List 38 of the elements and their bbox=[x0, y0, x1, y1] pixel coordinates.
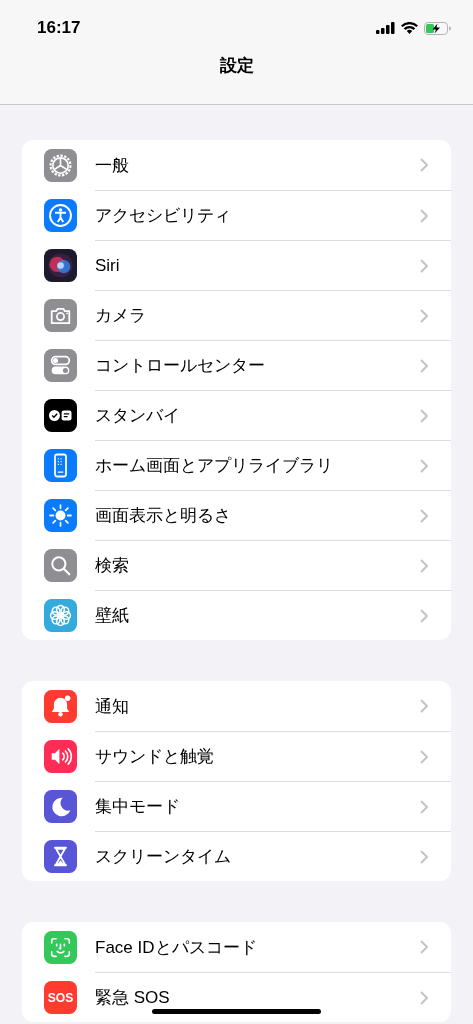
chevron-icon bbox=[420, 358, 429, 373]
signal-icon bbox=[376, 22, 395, 34]
settings-row[interactable]: サウンドと触覚 bbox=[22, 731, 451, 781]
sos-icon: SOS bbox=[44, 980, 77, 1014]
settings-row[interactable]: 検索 bbox=[22, 540, 451, 590]
chevron-icon bbox=[420, 308, 429, 323]
chevron-icon bbox=[420, 258, 429, 273]
chevron-icon bbox=[420, 699, 429, 713]
settings-row[interactable]: アクセシビリティ bbox=[22, 190, 451, 240]
settings-row[interactable]: Face IDとパスコード bbox=[22, 922, 451, 972]
settings-row[interactable]: 画面表示と明るさ bbox=[22, 490, 451, 540]
settings-row[interactable]: 通知 bbox=[22, 681, 451, 731]
chevron-icon bbox=[420, 458, 429, 473]
settings-row[interactable]: カメラ bbox=[22, 290, 451, 340]
chevron-icon bbox=[420, 158, 429, 172]
chevron-icon bbox=[420, 849, 429, 864]
chevron-icon bbox=[420, 508, 429, 523]
chevron-icon bbox=[420, 208, 429, 223]
settings-row[interactable]: Siri bbox=[22, 240, 451, 290]
chevron-icon bbox=[420, 558, 429, 573]
settings-row[interactable]: 集中モード bbox=[22, 781, 451, 831]
wifi-icon bbox=[401, 22, 418, 34]
battery-icon bbox=[424, 21, 451, 35]
settings-row[interactable]: ホーム画面とアプリライブラリ bbox=[22, 440, 451, 490]
settings-row[interactable]: コントロールセンター bbox=[22, 340, 451, 390]
page-title: 設定 bbox=[219, 56, 254, 76]
settings-row[interactable]: 壁紙 bbox=[22, 590, 451, 640]
home-indicator[interactable] bbox=[152, 1009, 321, 1014]
status-time: 16:17 bbox=[37, 18, 81, 38]
settings-row[interactable]: 一般 bbox=[22, 140, 451, 190]
chevron-icon bbox=[420, 608, 429, 623]
settings-row[interactable]: スクリーンタイム bbox=[22, 831, 451, 881]
chevron-icon bbox=[420, 940, 429, 954]
chevron-icon bbox=[420, 799, 429, 814]
settings-row[interactable]: スタンバイ bbox=[22, 390, 451, 440]
chevron-icon bbox=[420, 990, 429, 1005]
chevron-icon bbox=[420, 749, 429, 764]
chevron-icon bbox=[420, 408, 429, 423]
